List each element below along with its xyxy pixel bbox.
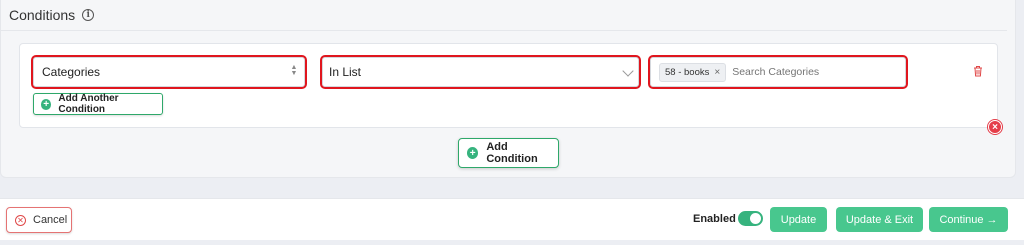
update-button[interactable]: Update xyxy=(770,207,827,232)
condition-field-value: Categories xyxy=(42,65,101,79)
conditions-title: Conditions xyxy=(9,7,76,23)
condition-operator-value: In List xyxy=(329,65,362,79)
conditions-header: Conditions i xyxy=(1,0,1007,31)
add-condition-button[interactable]: + Add Condition xyxy=(458,138,559,168)
condition-field-select[interactable]: Categories ▲ ▼ xyxy=(31,55,307,89)
chevron-down-icon xyxy=(622,65,634,77)
category-search-input[interactable] xyxy=(732,66,883,78)
footer-bar: ✕ Cancel Enabled Update Update & Exit Co… xyxy=(0,198,1024,240)
plus-circle-icon: + xyxy=(467,147,479,159)
trash-icon[interactable] xyxy=(973,65,983,77)
add-another-condition-label: Add Another Condition xyxy=(58,93,119,115)
cancel-button[interactable]: ✕ Cancel xyxy=(6,207,72,233)
enabled-label: Enabled xyxy=(693,213,736,225)
condition-value-multiselect[interactable]: 58 - books × xyxy=(648,55,908,89)
condition-operator-select[interactable]: In List xyxy=(320,55,641,89)
remove-group-icon[interactable]: × xyxy=(988,120,1002,134)
close-circle-icon: ✕ xyxy=(15,214,26,226)
select-arrows-icon: ▲ ▼ xyxy=(290,64,298,77)
add-another-condition-button[interactable]: + Add Another Condition xyxy=(33,93,163,115)
enabled-toggle[interactable] xyxy=(738,211,763,226)
conditions-panel: Conditions i Categories ▲ ▼ In List 58 - … xyxy=(0,0,1016,178)
update-exit-button[interactable]: Update & Exit xyxy=(836,207,923,232)
selected-tag: 58 - books × xyxy=(659,62,727,82)
tag-remove-icon[interactable]: × xyxy=(714,67,720,78)
continue-button[interactable]: Continue → xyxy=(929,207,1008,232)
selected-tag-label: 58 - books xyxy=(665,66,710,78)
info-icon[interactable]: i xyxy=(82,9,95,21)
condition-group-card: Categories ▲▼ In List 58 - books × + Add… xyxy=(19,43,998,128)
toggle-knob xyxy=(750,213,761,224)
plus-circle-icon: + xyxy=(41,98,52,110)
cancel-label: Cancel xyxy=(33,214,68,226)
add-condition-label: Add Condition xyxy=(486,141,538,165)
